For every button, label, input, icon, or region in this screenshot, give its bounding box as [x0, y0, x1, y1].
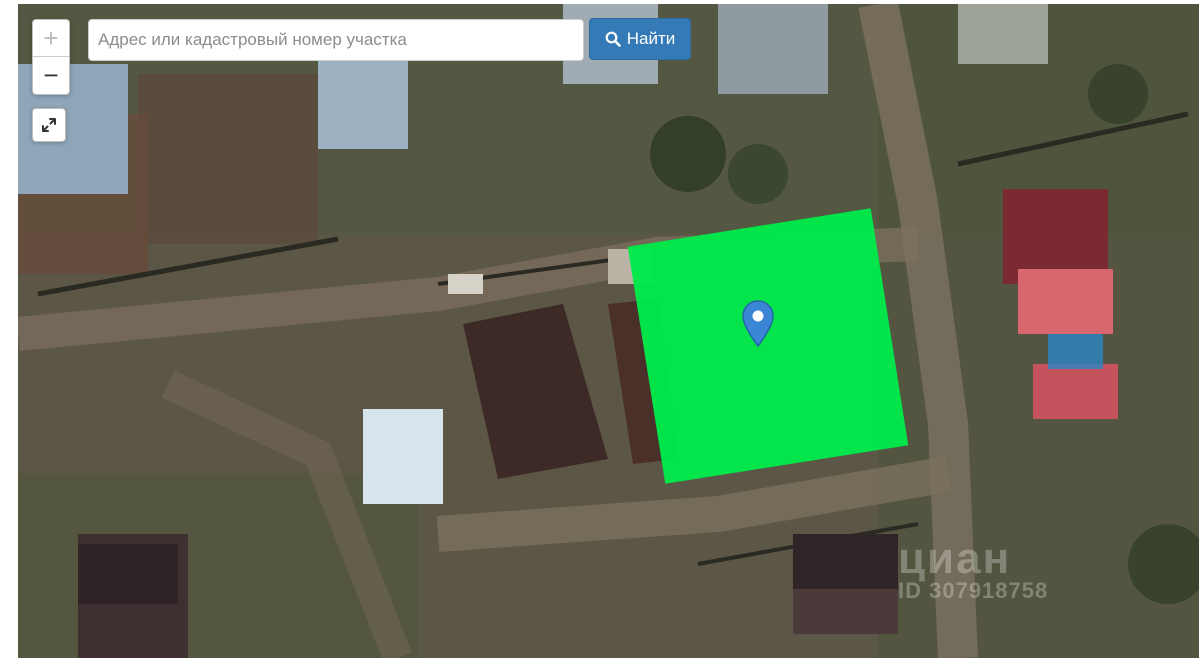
search-button-label: Найти	[626, 29, 676, 48]
zoom-in-button[interactable]: +	[33, 20, 69, 57]
location-pin-icon[interactable]	[742, 300, 774, 348]
address-search-input[interactable]	[88, 19, 584, 61]
expand-arrows-icon	[42, 118, 56, 132]
satellite-imagery	[18, 4, 1199, 658]
fullscreen-button[interactable]	[32, 108, 66, 142]
satellite-map[interactable]: циан ID 307918758 + − Найти	[18, 4, 1199, 658]
search-button[interactable]: Найти	[589, 18, 691, 60]
zoom-out-button[interactable]: −	[33, 57, 69, 93]
zoom-control: + −	[32, 19, 70, 95]
search-icon	[605, 31, 621, 47]
